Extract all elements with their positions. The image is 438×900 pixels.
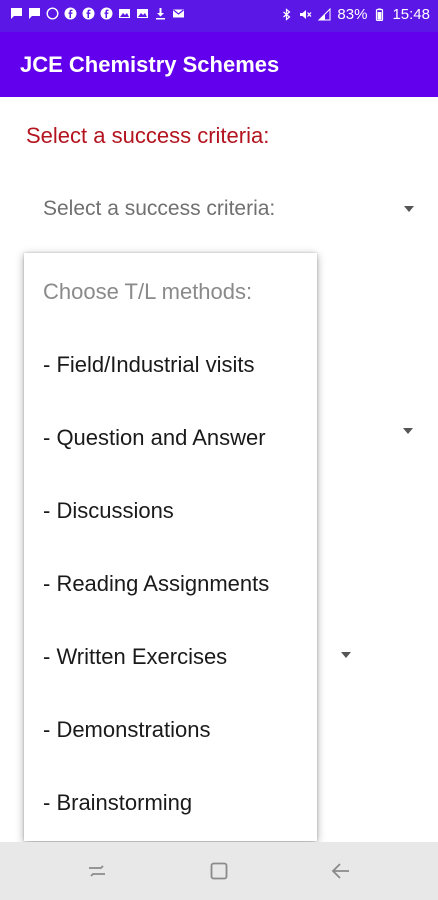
mute-icon bbox=[299, 8, 312, 21]
dropdown-arrow-icon bbox=[404, 206, 414, 212]
facebook-icon bbox=[100, 7, 113, 20]
gmail-icon bbox=[172, 7, 185, 20]
dropdown-option[interactable]: - Discussions bbox=[43, 498, 174, 524]
chat-icon bbox=[28, 7, 41, 20]
chat-icon bbox=[10, 7, 23, 20]
dropdown-option[interactable]: - Question and Answer bbox=[43, 425, 266, 451]
status-bar: 83% 15:48 bbox=[0, 0, 438, 32]
download-icon bbox=[154, 7, 167, 20]
photo-icon bbox=[118, 7, 131, 20]
dropdown-option-header[interactable]: Choose T/L methods: bbox=[43, 279, 252, 305]
app-title: JCE Chemistry Schemes bbox=[20, 52, 280, 77]
app-bar: JCE Chemistry Schemes bbox=[0, 32, 438, 97]
dropdown-option[interactable]: - Brainstorming bbox=[43, 790, 192, 816]
system-status: 83% 15:48 bbox=[280, 6, 430, 23]
dropdown-arrow-icon[interactable] bbox=[341, 652, 351, 658]
battery-icon bbox=[373, 8, 386, 21]
criteria-spinner-value: Select a success criteria: bbox=[43, 197, 276, 220]
dropdown-option[interactable]: - Written Exercises bbox=[43, 644, 227, 670]
criteria-label: Select a success criteria: bbox=[26, 123, 270, 148]
facebook-icon bbox=[82, 7, 95, 20]
signal-icon bbox=[318, 8, 331, 21]
navigation-bar bbox=[0, 842, 438, 900]
notification-icons bbox=[10, 7, 185, 20]
tl-methods-dropdown: Choose T/L methods: - Field/Industrial v… bbox=[24, 253, 317, 841]
facebook-icon bbox=[64, 7, 77, 20]
dropdown-arrow-icon[interactable] bbox=[403, 428, 413, 434]
whatsapp-icon bbox=[46, 7, 59, 20]
clock: 15:48 bbox=[392, 6, 430, 23]
photo-icon bbox=[136, 7, 149, 20]
criteria-spinner[interactable]: Select a success criteria: bbox=[30, 189, 422, 229]
battery-percent: 83% bbox=[337, 6, 368, 23]
dropdown-option[interactable]: - Demonstrations bbox=[43, 717, 211, 743]
dropdown-option[interactable]: - Field/Industrial visits bbox=[43, 352, 255, 378]
back-icon[interactable] bbox=[330, 860, 352, 882]
recents-icon[interactable] bbox=[86, 860, 108, 882]
dropdown-option[interactable]: - Reading Assignments bbox=[43, 571, 269, 597]
home-icon[interactable] bbox=[208, 860, 230, 882]
bluetooth-icon bbox=[280, 8, 293, 21]
